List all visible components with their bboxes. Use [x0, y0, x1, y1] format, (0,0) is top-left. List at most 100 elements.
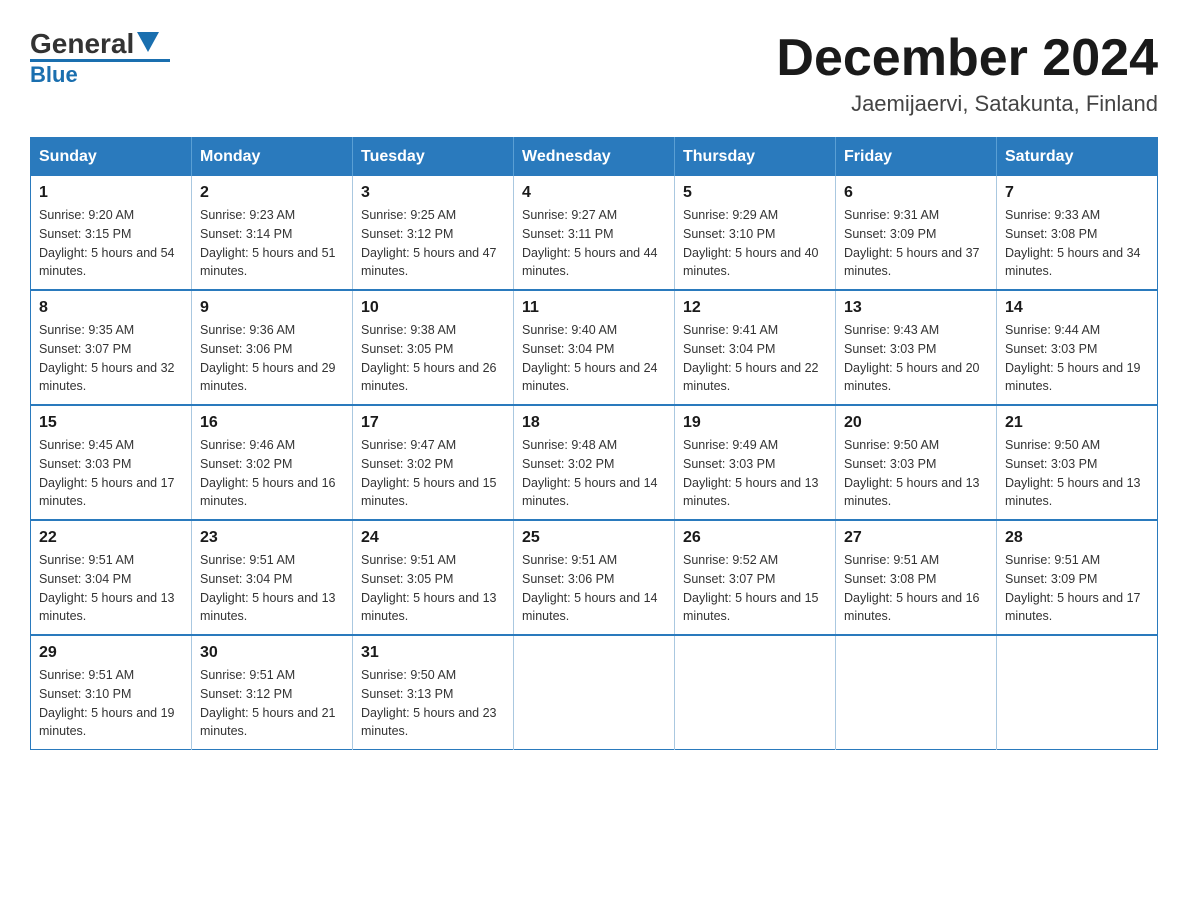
calendar-day-cell [997, 635, 1158, 750]
calendar-header-row: SundayMondayTuesdayWednesdayThursdayFrid… [31, 138, 1158, 177]
calendar-day-cell: 8 Sunrise: 9:35 AMSunset: 3:07 PMDaylight… [31, 290, 192, 405]
logo-arrow-icon [137, 32, 159, 52]
day-info: Sunrise: 9:47 AMSunset: 3:02 PMDaylight:… [361, 436, 505, 511]
calendar-day-cell: 28 Sunrise: 9:51 AMSunset: 3:09 PMDayligh… [997, 520, 1158, 635]
day-number: 3 [361, 184, 505, 202]
day-info: Sunrise: 9:52 AMSunset: 3:07 PMDaylight:… [683, 551, 827, 626]
day-of-week-header: Saturday [997, 138, 1158, 177]
day-number: 27 [844, 529, 988, 547]
day-info: Sunrise: 9:51 AMSunset: 3:06 PMDaylight:… [522, 551, 666, 626]
logo: General Blue [30, 30, 170, 88]
calendar-day-cell: 24 Sunrise: 9:51 AMSunset: 3:05 PMDayligh… [353, 520, 514, 635]
day-number: 2 [200, 184, 344, 202]
calendar-day-cell: 26Sunrise: 9:52 AMSunset: 3:07 PMDayligh… [675, 520, 836, 635]
calendar-day-cell: 16 Sunrise: 9:46 AMSunset: 3:02 PMDayligh… [192, 405, 353, 520]
day-info: Sunrise: 9:43 AMSunset: 3:03 PMDaylight:… [844, 321, 988, 396]
day-info: Sunrise: 9:38 AMSunset: 3:05 PMDaylight:… [361, 321, 505, 396]
calendar-table: SundayMondayTuesdayWednesdayThursdayFrid… [30, 137, 1158, 750]
calendar-day-cell: 30Sunrise: 9:51 AMSunset: 3:12 PMDayligh… [192, 635, 353, 750]
day-number: 14 [1005, 299, 1149, 317]
day-info: Sunrise: 9:51 AMSunset: 3:05 PMDaylight:… [361, 551, 505, 626]
day-info: Sunrise: 9:45 AMSunset: 3:03 PMDaylight:… [39, 436, 183, 511]
logo-general-text: General [30, 30, 134, 58]
calendar-day-cell: 7 Sunrise: 9:33 AMSunset: 3:08 PMDaylight… [997, 176, 1158, 290]
day-number: 11 [522, 299, 666, 317]
day-number: 29 [39, 644, 183, 662]
day-info: Sunrise: 9:27 AMSunset: 3:11 PMDaylight:… [522, 206, 666, 281]
day-number: 18 [522, 414, 666, 432]
day-number: 10 [361, 299, 505, 317]
day-info: Sunrise: 9:50 AMSunset: 3:03 PMDaylight:… [1005, 436, 1149, 511]
day-number: 5 [683, 184, 827, 202]
day-info: Sunrise: 9:33 AMSunset: 3:08 PMDaylight:… [1005, 206, 1149, 281]
calendar-day-cell: 17 Sunrise: 9:47 AMSunset: 3:02 PMDayligh… [353, 405, 514, 520]
day-number: 6 [844, 184, 988, 202]
day-info: Sunrise: 9:35 AMSunset: 3:07 PMDaylight:… [39, 321, 183, 396]
day-number: 24 [361, 529, 505, 547]
calendar-day-cell: 3 Sunrise: 9:25 AMSunset: 3:12 PMDaylight… [353, 176, 514, 290]
calendar-week-row: 1 Sunrise: 9:20 AMSunset: 3:15 PMDaylight… [31, 176, 1158, 290]
calendar-day-cell: 29Sunrise: 9:51 AMSunset: 3:10 PMDayligh… [31, 635, 192, 750]
day-info: Sunrise: 9:51 AMSunset: 3:04 PMDaylight:… [39, 551, 183, 626]
day-of-week-header: Tuesday [353, 138, 514, 177]
day-number: 19 [683, 414, 827, 432]
day-info: Sunrise: 9:50 AMSunset: 3:13 PMDaylight:… [361, 666, 505, 741]
calendar-day-cell: 27 Sunrise: 9:51 AMSunset: 3:08 PMDayligh… [836, 520, 997, 635]
calendar-day-cell: 1 Sunrise: 9:20 AMSunset: 3:15 PMDaylight… [31, 176, 192, 290]
day-info: Sunrise: 9:20 AMSunset: 3:15 PMDaylight:… [39, 206, 183, 281]
day-info: Sunrise: 9:36 AMSunset: 3:06 PMDaylight:… [200, 321, 344, 396]
day-of-week-header: Monday [192, 138, 353, 177]
day-info: Sunrise: 9:31 AMSunset: 3:09 PMDaylight:… [844, 206, 988, 281]
title-block: December 2024 Jaemijaervi, Satakunta, Fi… [776, 30, 1158, 117]
day-number: 15 [39, 414, 183, 432]
day-number: 17 [361, 414, 505, 432]
month-title: December 2024 [776, 30, 1158, 87]
day-info: Sunrise: 9:49 AMSunset: 3:03 PMDaylight:… [683, 436, 827, 511]
day-number: 21 [1005, 414, 1149, 432]
calendar-day-cell: 23Sunrise: 9:51 AMSunset: 3:04 PMDayligh… [192, 520, 353, 635]
calendar-day-cell: 10 Sunrise: 9:38 AMSunset: 3:05 PMDayligh… [353, 290, 514, 405]
calendar-day-cell [675, 635, 836, 750]
calendar-day-cell: 5Sunrise: 9:29 AMSunset: 3:10 PMDaylight… [675, 176, 836, 290]
day-of-week-header: Friday [836, 138, 997, 177]
calendar-day-cell: 19 Sunrise: 9:49 AMSunset: 3:03 PMDayligh… [675, 405, 836, 520]
calendar-day-cell: 12 Sunrise: 9:41 AMSunset: 3:04 PMDayligh… [675, 290, 836, 405]
calendar-day-cell: 2Sunrise: 9:23 AMSunset: 3:14 PMDaylight… [192, 176, 353, 290]
day-number: 28 [1005, 529, 1149, 547]
calendar-day-cell: 25Sunrise: 9:51 AMSunset: 3:06 PMDayligh… [514, 520, 675, 635]
day-info: Sunrise: 9:51 AMSunset: 3:08 PMDaylight:… [844, 551, 988, 626]
day-info: Sunrise: 9:44 AMSunset: 3:03 PMDaylight:… [1005, 321, 1149, 396]
day-of-week-header: Wednesday [514, 138, 675, 177]
calendar-day-cell: 14 Sunrise: 9:44 AMSunset: 3:03 PMDayligh… [997, 290, 1158, 405]
day-number: 4 [522, 184, 666, 202]
calendar-day-cell: 4 Sunrise: 9:27 AMSunset: 3:11 PMDaylight… [514, 176, 675, 290]
day-number: 22 [39, 529, 183, 547]
calendar-day-cell: 11Sunrise: 9:40 AMSunset: 3:04 PMDayligh… [514, 290, 675, 405]
calendar-day-cell: 6 Sunrise: 9:31 AMSunset: 3:09 PMDaylight… [836, 176, 997, 290]
day-number: 7 [1005, 184, 1149, 202]
day-number: 16 [200, 414, 344, 432]
day-number: 9 [200, 299, 344, 317]
day-number: 8 [39, 299, 183, 317]
calendar-day-cell [514, 635, 675, 750]
calendar-day-cell: 15 Sunrise: 9:45 AMSunset: 3:03 PMDayligh… [31, 405, 192, 520]
day-info: Sunrise: 9:41 AMSunset: 3:04 PMDaylight:… [683, 321, 827, 396]
calendar-day-cell [836, 635, 997, 750]
calendar-week-row: 22 Sunrise: 9:51 AMSunset: 3:04 PMDayligh… [31, 520, 1158, 635]
calendar-day-cell: 31Sunrise: 9:50 AMSunset: 3:13 PMDayligh… [353, 635, 514, 750]
day-of-week-header: Thursday [675, 138, 836, 177]
day-info: Sunrise: 9:51 AMSunset: 3:09 PMDaylight:… [1005, 551, 1149, 626]
day-number: 1 [39, 184, 183, 202]
day-info: Sunrise: 9:46 AMSunset: 3:02 PMDaylight:… [200, 436, 344, 511]
calendar-week-row: 8 Sunrise: 9:35 AMSunset: 3:07 PMDaylight… [31, 290, 1158, 405]
day-info: Sunrise: 9:25 AMSunset: 3:12 PMDaylight:… [361, 206, 505, 281]
logo-blue-text: Blue [30, 62, 78, 88]
calendar-day-cell: 20Sunrise: 9:50 AMSunset: 3:03 PMDayligh… [836, 405, 997, 520]
day-number: 30 [200, 644, 344, 662]
calendar-week-row: 29Sunrise: 9:51 AMSunset: 3:10 PMDayligh… [31, 635, 1158, 750]
day-info: Sunrise: 9:51 AMSunset: 3:04 PMDaylight:… [200, 551, 344, 626]
calendar-day-cell: 13Sunrise: 9:43 AMSunset: 3:03 PMDayligh… [836, 290, 997, 405]
calendar-day-cell: 9 Sunrise: 9:36 AMSunset: 3:06 PMDaylight… [192, 290, 353, 405]
calendar-day-cell: 21 Sunrise: 9:50 AMSunset: 3:03 PMDayligh… [997, 405, 1158, 520]
day-number: 12 [683, 299, 827, 317]
